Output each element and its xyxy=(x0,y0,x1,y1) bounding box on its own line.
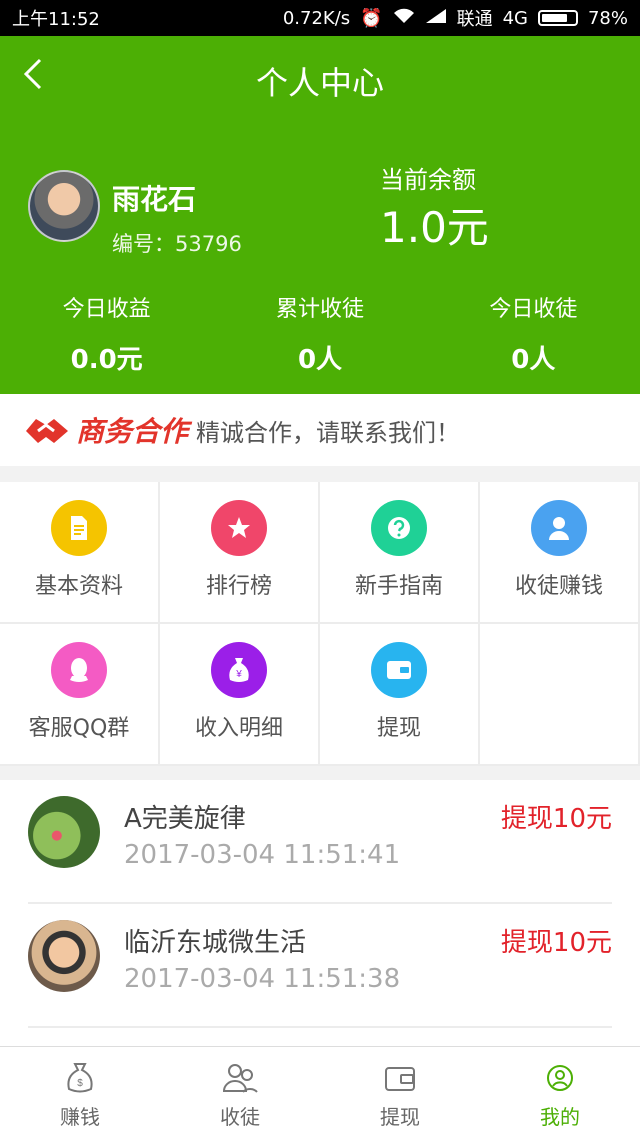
qq-icon xyxy=(51,642,107,698)
battery-icon xyxy=(537,10,578,26)
avatar[interactable] xyxy=(28,170,100,242)
stats-row: 今日收益 0.0元 累计收徒 0人 今日收徒 0人 xyxy=(0,291,640,376)
menu-label: 收徒赚钱 xyxy=(514,574,603,599)
avatar xyxy=(28,796,100,868)
menu-item-basic-info[interactable]: 基本资料 xyxy=(0,482,160,624)
tab-label: 收徒 xyxy=(220,1105,260,1129)
menu-item-income-detail[interactable]: ¥ 收入明细 xyxy=(160,624,320,766)
users-icon xyxy=(222,1064,258,1093)
business-banner[interactable]: 商务合作 精诚合作，请联系我们！ xyxy=(0,394,640,466)
menu-label: 排行榜 xyxy=(205,574,272,599)
page-title: 个人中心 xyxy=(255,64,384,102)
feed-amount: 提现10元 xyxy=(500,928,612,958)
menu-item-qq-group[interactable]: 客服QQ群 xyxy=(0,624,160,766)
stat-value: 0人 xyxy=(511,345,556,375)
question-icon xyxy=(371,500,427,556)
status-network: 4G xyxy=(502,7,528,29)
feed-user-name: 临沂东城微生活 xyxy=(124,928,307,958)
balance-label: 当前余额 xyxy=(380,166,476,194)
menu-label: 新手指南 xyxy=(354,574,443,599)
svg-text:¥: ¥ xyxy=(235,669,242,680)
status-time: 上午11:52 xyxy=(12,9,100,30)
feed-time: 2017-03-04 11:51:38 xyxy=(124,964,401,994)
user-icon xyxy=(531,500,587,556)
bottom-tab-bar: $ 赚钱 收徒 提现 我的 xyxy=(0,1046,640,1137)
menu-label: 收入明细 xyxy=(194,716,283,741)
tab-label: 赚钱 xyxy=(60,1105,100,1129)
alarm-icon: ⏰ xyxy=(360,7,383,29)
user-name: 雨花石 xyxy=(112,183,197,216)
menu-item-withdraw[interactable]: 提现 xyxy=(320,624,480,766)
star-icon xyxy=(211,500,267,556)
avatar xyxy=(28,920,100,992)
wallet-icon xyxy=(371,642,427,698)
banner-slogan: 精诚合作，请联系我们！ xyxy=(196,418,461,447)
menu-item-guide[interactable]: 新手指南 xyxy=(320,482,480,624)
menu-item-empty xyxy=(480,624,640,766)
menu-item-recruit[interactable]: 收徒赚钱 xyxy=(480,482,640,624)
stat-label: 今日收徒 xyxy=(489,297,578,322)
status-bar: 上午11:52 0.72K/s ⏰ 联通 4G 78% xyxy=(0,0,640,36)
feed-user-name: A完美旋律 xyxy=(124,804,246,834)
menu-label: 客服QQ群 xyxy=(28,716,130,741)
stat-label: 累计收徒 xyxy=(275,297,364,322)
balance-value: 1.0元 xyxy=(380,203,489,252)
banner-brand: 商务合作 xyxy=(76,415,189,448)
stat-today-income: 今日收益 0.0元 xyxy=(0,291,213,376)
signal-icon xyxy=(425,8,447,29)
status-speed: 0.72K/s xyxy=(282,7,351,29)
tab-earn[interactable]: $ 赚钱 xyxy=(0,1047,160,1137)
user-id: 编号：53796 xyxy=(112,232,242,256)
menu-item-ranking[interactable]: 排行榜 xyxy=(160,482,320,624)
tab-withdraw[interactable]: 提现 xyxy=(320,1047,480,1137)
money-bag-icon: $ xyxy=(67,1063,93,1093)
menu-label: 提现 xyxy=(376,716,421,741)
svg-text:$: $ xyxy=(77,1078,83,1089)
list-item[interactable]: 临沂东城微生活 2017-03-04 11:51:38 提现10元 xyxy=(28,904,612,1028)
tab-recruit[interactable]: 收徒 xyxy=(160,1047,320,1137)
withdraw-feed: A完美旋律 2017-03-04 11:51:41 提现10元 临沂东城微生活 … xyxy=(0,780,640,1046)
tab-label: 提现 xyxy=(380,1105,420,1129)
handshake-icon xyxy=(26,419,68,443)
stat-value: 0人 xyxy=(297,345,343,375)
stat-label: 今日收益 xyxy=(62,297,151,322)
status-carrier: 联通 xyxy=(456,9,493,30)
document-icon xyxy=(51,500,107,556)
menu-label: 基本资料 xyxy=(34,574,123,599)
tab-label: 我的 xyxy=(540,1105,580,1129)
menu-grid: 基本资料 排行榜 新手指南 收徒赚钱 客服QQ群 ¥ 收入明细 提现 xyxy=(0,482,640,766)
wallet-icon xyxy=(385,1067,415,1091)
stat-total-apprentices: 累计收徒 0人 xyxy=(213,291,426,376)
stat-today-apprentices: 今日收徒 0人 xyxy=(427,291,640,376)
feed-time: 2017-03-04 11:51:41 xyxy=(124,840,401,870)
stat-value: 0.0元 xyxy=(70,345,143,375)
feed-amount: 提现10元 xyxy=(500,804,612,834)
money-bag-icon: ¥ xyxy=(211,642,267,698)
wifi-icon xyxy=(393,8,415,29)
profile-header: 个人中心 雨花石 编号：53796 当前余额 1.0元 今日收益 0.0元 累计… xyxy=(0,36,640,394)
status-battery: 78% xyxy=(587,7,628,29)
tab-mine[interactable]: 我的 xyxy=(480,1047,640,1137)
profile-icon xyxy=(547,1065,573,1091)
list-item[interactable]: A完美旋律 2017-03-04 11:51:41 提现10元 xyxy=(28,780,612,904)
